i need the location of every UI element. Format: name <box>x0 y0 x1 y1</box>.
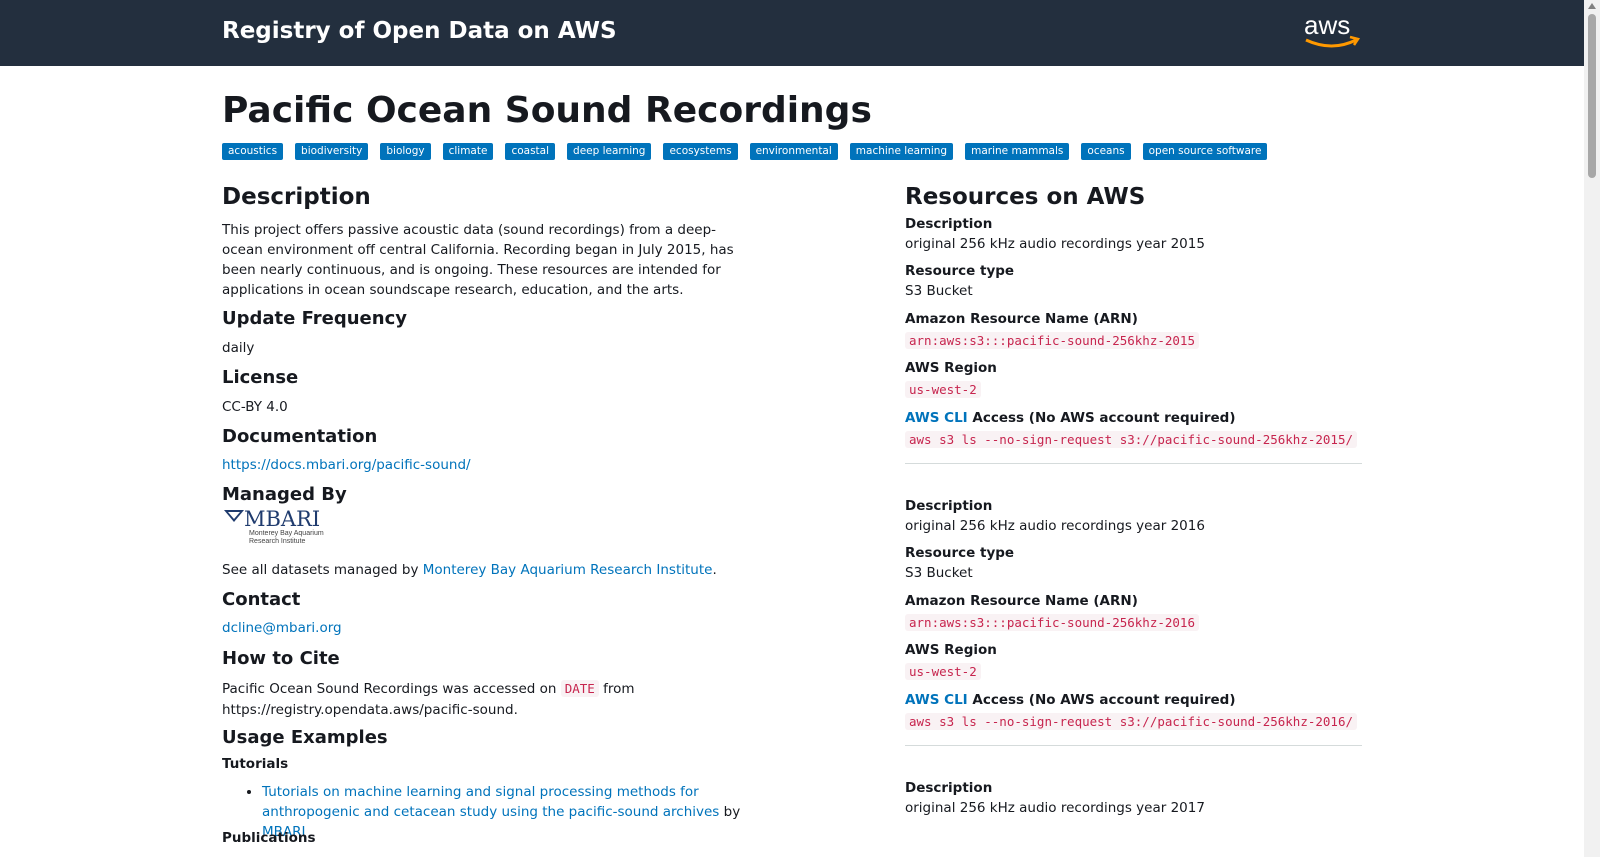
cli-access-line: AWS CLI Access (No AWS account required) <box>905 692 1236 708</box>
resource-type-value: S3 Bucket <box>905 565 973 581</box>
mbari-logo[interactable]: MBARI Monterey Bay Aquarium Research Ins… <box>222 506 332 546</box>
mbari-logo-sub2: Research Institute <box>249 538 306 545</box>
resources-heading: Resources on AWS <box>905 184 1146 210</box>
arn-value: arn:aws:s3:::pacific-sound-256khz-2016 <box>905 614 1199 631</box>
description-text: This project offers passive acoustic dat… <box>222 222 734 298</box>
documentation-link[interactable]: https://docs.mbari.org/pacific-sound/ <box>222 455 471 475</box>
tag-marine-mammals[interactable]: marine mammals <box>965 143 1070 160</box>
aws-logo-text: aws <box>1304 12 1350 40</box>
tag-machine-learning[interactable]: machine learning <box>849 143 954 160</box>
cli-command: aws s3 ls --no-sign-request s3://pacific… <box>905 431 1358 448</box>
update-frequency-value: daily <box>222 340 255 356</box>
resource-divider <box>905 463 1362 464</box>
scroll-up-arrow-icon[interactable] <box>1588 3 1596 9</box>
publications-heading: Publications <box>222 830 316 846</box>
license-heading: License <box>222 367 299 388</box>
cli-command: aws s3 ls --no-sign-request s3://pacific… <box>905 713 1358 730</box>
cite-text: Pacific Ocean Sound Recordings was acces… <box>222 678 752 721</box>
tag-open-source-software[interactable]: open source software <box>1142 143 1268 160</box>
managed-by-link[interactable]: Monterey Bay Aquarium Research Institute <box>423 562 713 578</box>
cli-access-label: Access (No AWS account required) <box>972 410 1236 426</box>
resource-divider <box>905 745 1362 746</box>
region-label: AWS Region <box>905 360 997 376</box>
usage-heading: Usage Examples <box>222 727 388 748</box>
cite-from: from <box>603 681 635 697</box>
site-title-link[interactable]: Registry of Open Data on AWS <box>222 18 617 44</box>
tag-deep-learning[interactable]: deep learning <box>567 143 652 160</box>
license-value: CC-BY 4.0 <box>222 399 288 415</box>
resource-description-label: Description <box>905 780 993 796</box>
contact-heading: Contact <box>222 589 301 610</box>
tag-environmental[interactable]: environmental <box>749 143 838 160</box>
cite-prefix: Pacific Ocean Sound Recordings was acces… <box>222 681 557 697</box>
tag-biodiversity[interactable]: biodiversity <box>295 143 369 160</box>
cite-date: DATE <box>560 680 599 697</box>
aws-cli-link[interactable]: AWS CLI <box>905 692 968 708</box>
managed-by-heading: Managed By <box>222 484 347 505</box>
resource-type-value: S3 Bucket <box>905 283 973 299</box>
scroll-thumb[interactable] <box>1588 14 1596 178</box>
description-heading: Description <box>222 184 371 210</box>
tutorial-link[interactable]: Tutorials on machine learning and signal… <box>262 784 719 820</box>
resource-description-value: original 256 kHz audio recordings year 2… <box>905 800 1205 816</box>
update-frequency-heading: Update Frequency <box>222 308 407 329</box>
tutorial-item: Tutorials on machine learning and signal… <box>262 782 777 842</box>
see-all-datasets: See all datasets managed by Monterey Bay… <box>222 560 717 580</box>
tag-coastal[interactable]: coastal <box>505 143 556 160</box>
tag-acoustics[interactable]: acoustics <box>222 143 284 160</box>
top-navbar: Registry of Open Data on AWS aws <box>0 0 1584 66</box>
resource-type-label: Resource type <box>905 545 1015 561</box>
cite-heading: How to Cite <box>222 648 340 669</box>
aws-cli-link[interactable]: AWS CLI <box>905 410 968 426</box>
resource-description-label: Description <box>905 498 993 514</box>
resource-description-label: Description <box>905 216 993 232</box>
region-value: us-west-2 <box>905 381 981 398</box>
see-all-prefix: See all datasets managed by <box>222 562 419 578</box>
tag-oceans[interactable]: oceans <box>1081 143 1131 160</box>
tutorials-heading: Tutorials <box>222 756 289 772</box>
arn-value: arn:aws:s3:::pacific-sound-256khz-2015 <box>905 332 1199 349</box>
cite-url: https://registry.opendata.aws/pacific-so… <box>222 702 518 718</box>
cli-access-line: AWS CLI Access (No AWS account required) <box>905 410 1236 426</box>
tag-biology[interactable]: biology <box>380 143 431 160</box>
vertical-scrollbar[interactable] <box>1584 0 1600 857</box>
tag-ecosystems[interactable]: ecosystems <box>663 143 738 160</box>
mbari-logo-sub1: Monterey Bay Aquarium <box>249 530 324 537</box>
resource-description-value: original 256 kHz audio recordings year 2… <box>905 518 1205 534</box>
mbari-logo-text: MBARI <box>244 507 320 531</box>
aws-logo[interactable]: aws <box>1302 10 1362 56</box>
dataset-title: Pacific Ocean Sound Recordings <box>222 90 872 131</box>
resource-type-label: Resource type <box>905 263 1015 279</box>
cli-access-label: Access (No AWS account required) <box>972 692 1236 708</box>
region-value: us-west-2 <box>905 663 981 680</box>
tag-list: acoustics biodiversity biology climate coast… <box>222 143 1268 160</box>
documentation-heading: Documentation <box>222 426 378 447</box>
arn-label: Amazon Resource Name (ARN) <box>905 311 1138 327</box>
contact-email-link[interactable]: dcline@mbari.org <box>222 618 342 638</box>
tutorial-by: by <box>723 804 741 820</box>
resource-description-value: original 256 kHz audio recordings year 2… <box>905 236 1205 252</box>
see-all-suffix: . <box>712 562 717 578</box>
arn-label: Amazon Resource Name (ARN) <box>905 593 1138 609</box>
tag-climate[interactable]: climate <box>442 143 494 160</box>
region-label: AWS Region <box>905 642 997 658</box>
